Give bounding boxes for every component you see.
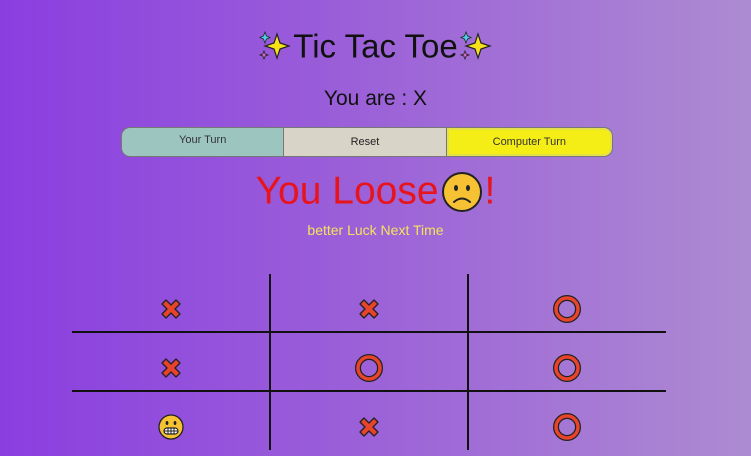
- grimacing-face-icon: [158, 413, 184, 440]
- your-turn-indicator: Your Turn: [122, 128, 284, 156]
- board-cell[interactable]: [468, 279, 666, 338]
- board-cell[interactable]: [270, 279, 468, 338]
- board-cell[interactable]: [72, 338, 270, 397]
- result-message: You Loose !: [0, 166, 751, 216]
- sparkles-icon: [459, 31, 492, 61]
- player-label: You are : X: [323, 87, 428, 110]
- result-text: You Loose: [255, 169, 439, 213]
- x-mark-icon: [359, 298, 379, 319]
- status-bar: Your Turn Reset Computer Turn: [122, 128, 612, 156]
- o-mark-icon: [553, 412, 581, 441]
- o-mark-icon: [553, 294, 581, 323]
- result-subtitle: better Luck Next Time: [307, 222, 444, 238]
- board-cell[interactable]: [468, 397, 666, 456]
- board-cell[interactable]: [468, 338, 666, 397]
- result-suffix: !: [484, 169, 496, 213]
- reset-button[interactable]: Reset: [283, 128, 447, 156]
- board-cell[interactable]: [72, 397, 270, 456]
- sparkles-icon: [259, 31, 292, 61]
- o-mark-icon: [553, 353, 581, 382]
- board-cell[interactable]: [270, 397, 468, 456]
- o-mark-icon: [355, 353, 383, 382]
- x-mark-icon: [161, 298, 181, 319]
- slightly-frowning-face-icon: [441, 171, 482, 212]
- board-cell[interactable]: [270, 338, 468, 397]
- x-mark-icon: [359, 416, 379, 437]
- x-mark-icon: [161, 357, 181, 378]
- computer-turn-indicator: Computer Turn: [446, 128, 612, 156]
- title-text: Tic Tac Toe: [293, 27, 458, 65]
- board-cell[interactable]: [72, 279, 270, 338]
- game-title: Tic Tac Toe: [0, 24, 751, 66]
- game-board: [72, 274, 666, 452]
